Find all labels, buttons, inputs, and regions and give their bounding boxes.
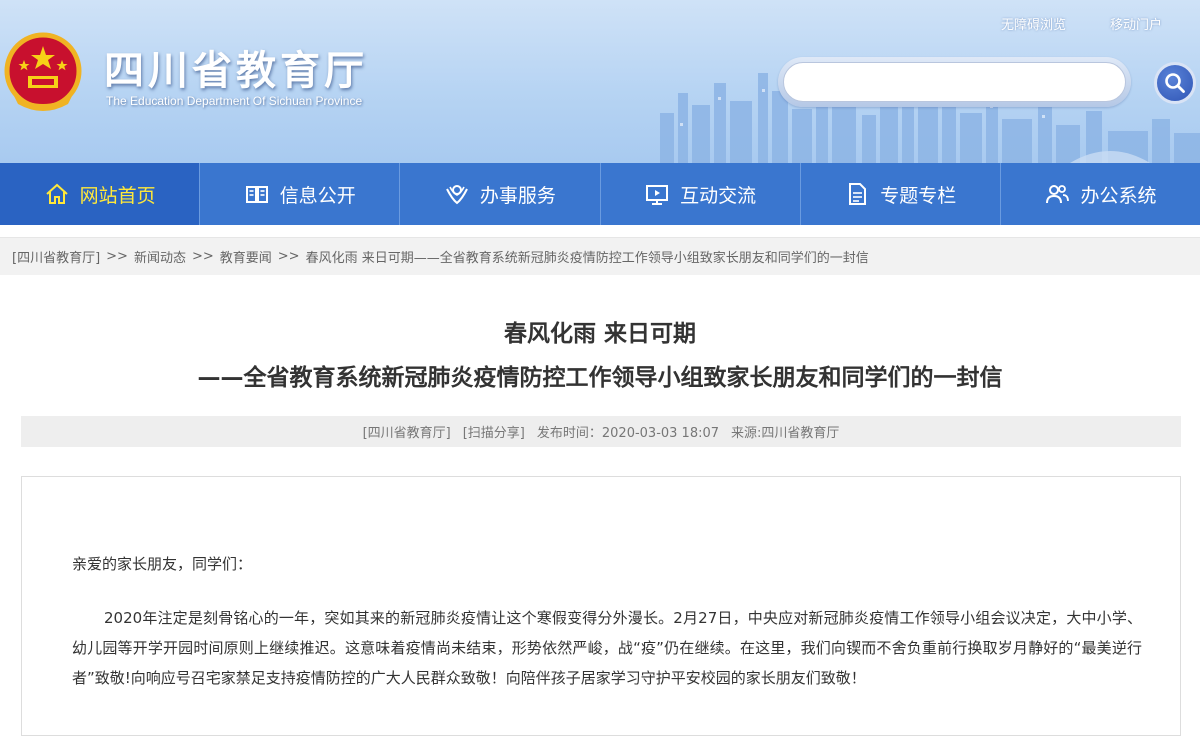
article-meta: [四川省教育厅] [扫描分享] 发布时间：2020-03-03 18:07 来源… [21,416,1181,447]
search-button[interactable] [1154,62,1196,104]
article-source: 来源:四川省教育厅 [731,426,840,441]
article-title-line2: ——全省教育系统新冠肺炎疫情防控工作领导小组致家长朋友和同学们的一封信 [197,365,1003,391]
article-paragraph: 2020年注定是刻骨铭心的一年，突如其来的新冠肺炎疫情让这个寒假变得分外漫长。2… [72,609,1142,687]
document-icon [849,183,867,205]
breadcrumb-home-link[interactable]: [四川省教育厅] [12,247,100,266]
site-subtitle: The Education Department Of Sichuan Prov… [106,94,363,108]
search-input[interactable] [783,62,1126,102]
monitor-icon [646,185,669,205]
article-content: 亲爱的家长朋友，同学们： 2020年注定是刻骨铭心的一年，突如其来的新冠肺炎疫情… [21,476,1181,736]
mobile-portal-link[interactable]: 移动门户 [1110,14,1162,33]
breadcrumb-separator: >> [277,249,300,264]
nav-item-label: 办事服务 [479,184,556,207]
nav-item-label: 信息公开 [279,184,356,207]
nav-item-label: 互动交流 [680,184,757,207]
top-links: 无障碍浏览 移动门户 [1001,14,1162,33]
nav-item-info-disclosure[interactable]: 信息公开 [200,163,401,225]
search-icon [1165,73,1185,93]
breadcrumb: [四川省教育厅] >> 新闻动态 >> 教育要闻 >> 春风化雨 来日可期——全… [0,237,1200,275]
nav-item-label: 网站首页 [79,184,156,207]
main-nav: 网站首页 信息公开 办事服务 互动交流 专题专栏 办公系统 [0,163,1200,225]
home-icon [45,183,68,204]
nav-item-services[interactable]: 办事服务 [400,163,601,225]
breadcrumb-separator: >> [106,249,128,264]
share-button[interactable]: [扫描分享] [463,422,525,441]
nav-item-home[interactable]: 网站首页 [0,163,201,225]
breadcrumb-separator: >> [191,249,214,264]
breadcrumb-education-news-link[interactable]: 教育要闻 [220,247,272,266]
users-icon [1046,185,1070,204]
breadcrumb-news-link[interactable]: 新闻动态 [134,247,186,266]
meta-site-link[interactable]: [四川省教育厅] [363,422,451,441]
article-title: 春风化雨 来日可期 ——全省教育系统新冠肺炎疫情防控工作领导小组致家长朋友和同学… [0,312,1200,400]
search-box [778,57,1131,107]
book-icon [245,186,268,203]
article-title-line1: 春风化雨 来日可期 [503,321,696,347]
nav-item-label: 办公系统 [1080,184,1157,207]
site-header: 四川省教育厅 The Education Department Of Sichu… [0,0,1200,163]
publish-date: 发布时间：2020-03-03 18:07 [536,426,720,441]
nav-item-special-topics[interactable]: 专题专栏 [801,163,1001,225]
site-title: 四川省教育厅 [104,48,368,94]
breadcrumb-current[interactable]: 春风化雨 来日可期——全省教育系统新冠肺炎疫情防控工作领导小组致家长朋友和同学们… [306,247,869,266]
service-icon [446,185,468,205]
national-emblem-logo [4,32,82,111]
article-greeting: 亲爱的家长朋友，同学们： [72,555,253,573]
nav-item-office-system[interactable]: 办公系统 [1001,163,1200,225]
nav-item-label: 专题专栏 [880,184,957,207]
nav-item-interaction[interactable]: 互动交流 [601,163,801,225]
accessibility-link[interactable]: 无障碍浏览 [1001,14,1066,33]
